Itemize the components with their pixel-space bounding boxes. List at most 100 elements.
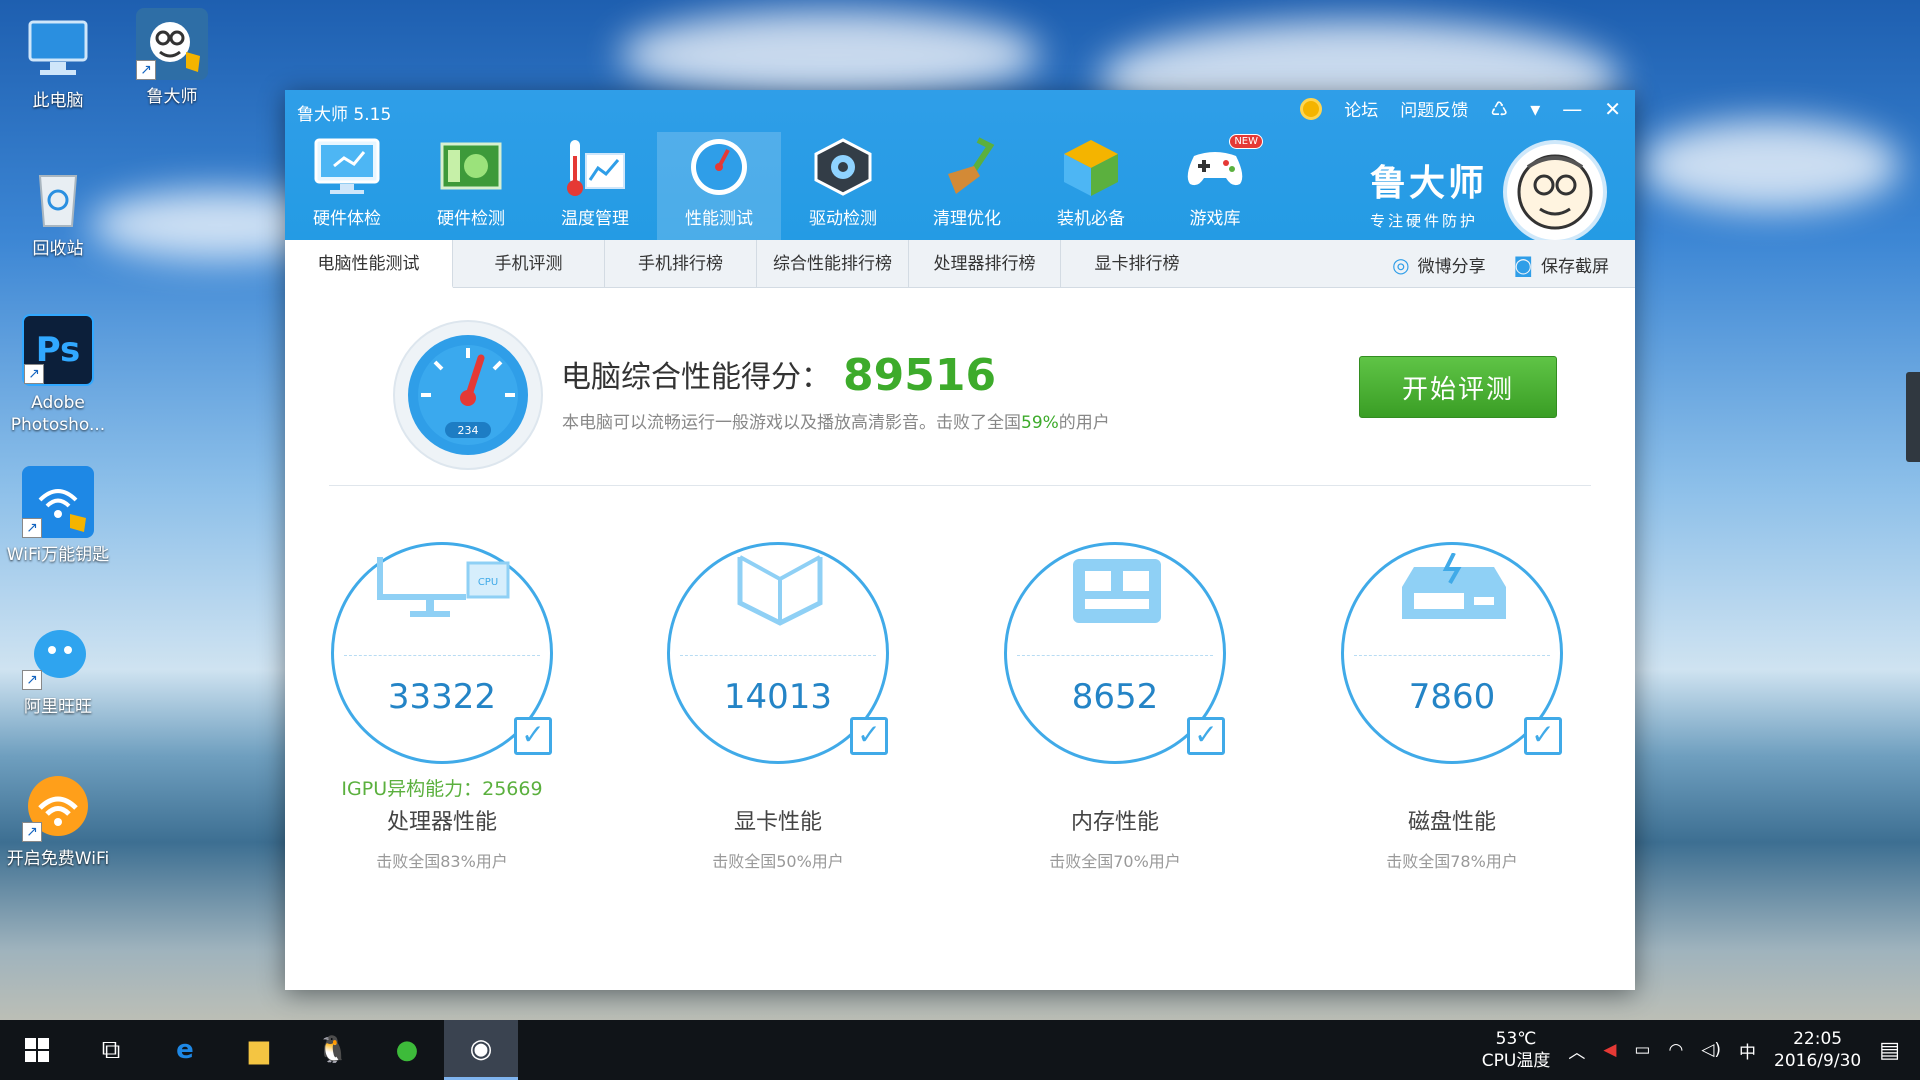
battery-icon[interactable]: ▭ <box>1634 1040 1650 1060</box>
side-edge-handle[interactable] <box>1906 372 1920 462</box>
photoshop-icon: Ps ↗ <box>22 314 94 386</box>
input-method-indicator[interactable]: 中 <box>1739 1038 1756 1063</box>
ring-divider <box>1017 655 1213 656</box>
card-name: 处理器性能 <box>386 810 497 835</box>
tool-game-library[interactable]: NEW 游戏库 <box>1153 132 1277 240</box>
tool-driver-detect[interactable]: 驱动检测 <box>781 132 905 240</box>
feedback-link[interactable]: 问题反馈 <box>1400 96 1468 121</box>
tool-hardware-detect[interactable]: 硬件检测 <box>409 132 533 240</box>
performance-gauge-icon: 234 <box>393 320 543 470</box>
cpu-temp-value: 53℃ <box>1495 1029 1537 1049</box>
checkbox-checked-icon[interactable]: ✓ <box>514 717 552 755</box>
brand-area: 鲁大师 专注硬件防护 <box>1370 140 1607 244</box>
desktop-icon-ludashi[interactable]: ↗ 鲁大师 <box>120 8 224 108</box>
shortcut-arrow-icon: ↗ <box>24 364 44 384</box>
card-extra <box>1327 774 1577 798</box>
desktop-icon-photoshop[interactable]: Ps ↗ Adobe Photosho... <box>6 314 110 436</box>
checkbox-checked-icon[interactable]: ✓ <box>1524 717 1562 755</box>
card-cpu[interactable]: CPU 33322 ✓ IGPU异构能力：25669 处理器性能 击败全国83%… <box>317 542 567 872</box>
card-score: 8652 <box>1071 677 1159 717</box>
card-name: 显卡性能 <box>733 810 822 835</box>
volume-icon[interactable]: ◁) <box>1701 1040 1721 1060</box>
igpu-score: IGPU异构能力：25669 <box>341 778 543 800</box>
weibo-share-button[interactable]: ◎ 微博分享 <box>1392 252 1485 277</box>
tab-cpu-ranking[interactable]: 处理器排行榜 <box>909 240 1061 288</box>
shortcut-arrow-icon: ↗ <box>22 822 42 842</box>
tool-performance-test[interactable]: 性能测试 <box>657 132 781 240</box>
tab-pc-performance[interactable]: 电脑性能测试 <box>285 240 453 288</box>
tool-label: 性能测试 <box>685 209 753 229</box>
save-screenshot-button[interactable]: ◙ 保存截屏 <box>1514 252 1609 277</box>
card-extra <box>653 774 903 798</box>
clock-time: 22:05 <box>1793 1029 1843 1049</box>
task-view-button[interactable]: ⧉ <box>74 1020 148 1080</box>
desktop-icon-aliwangwang[interactable]: ↗ 阿里旺旺 <box>6 618 110 718</box>
tab-actions: ◎ 微博分享 ◙ 保存截屏 <box>1392 240 1609 288</box>
desktop-icon-free-wifi[interactable]: ↗ 开启免费WiFi <box>6 770 110 870</box>
gear-chip-icon <box>808 134 878 200</box>
card-gpu[interactable]: 14013 ✓ 显卡性能 击败全国50%用户 <box>653 542 903 872</box>
score-ring: 14013 ✓ <box>667 542 889 764</box>
card-memory[interactable]: 8652 ✓ 内存性能 击败全国70%用户 <box>990 542 1240 872</box>
taskbar-qq[interactable]: 🐧 <box>296 1020 370 1080</box>
gauge-label: 234 <box>458 424 479 437</box>
main-toolbar: 硬件体检 硬件检测 温度管理 性能测试 驱动检测 清理优化 装机必备 NEW 游… <box>285 132 1277 240</box>
show-hidden-icons-chevron-icon[interactable]: ︿ <box>1568 1038 1585 1063</box>
brand-name: 鲁大师 <box>1369 162 1487 204</box>
camera-icon: ◙ <box>1513 252 1533 277</box>
ring-divider <box>344 655 540 656</box>
taskbar-wechat[interactable]: ● <box>370 1020 444 1080</box>
card-score: 33322 <box>387 677 497 717</box>
svg-text:CPU: CPU <box>478 577 498 588</box>
desktop-icon-this-pc[interactable]: 此电脑 <box>6 12 110 112</box>
taskbar-file-explorer[interactable]: ▆ <box>222 1020 296 1080</box>
wechat-icon: ● <box>395 1035 419 1065</box>
system-tray: 53℃ CPU温度 ︿ ◀ ▭ ◠ ◁) 中 22:05 2016/9/30 ▤ <box>1482 1020 1920 1080</box>
tool-install-essentials[interactable]: 装机必备 <box>1029 132 1153 240</box>
tool-label: 装机必备 <box>1057 209 1125 229</box>
task-view-icon: ⧉ <box>101 1034 121 1065</box>
clock-date: 2016/9/30 <box>1774 1051 1862 1071</box>
checkbox-checked-icon[interactable]: ✓ <box>1187 717 1225 755</box>
folder-icon: ▆ <box>249 1035 269 1065</box>
tool-temperature[interactable]: 温度管理 <box>533 132 657 240</box>
brand-slogan: 专注硬件防护 <box>1369 211 1478 230</box>
speaker-muted-icon[interactable]: ◀ <box>1603 1040 1616 1060</box>
clock[interactable]: 22:05 2016/9/30 <box>1774 1028 1861 1072</box>
tab-phone-ranking[interactable]: 手机排行榜 <box>605 240 757 288</box>
shortcut-arrow-icon: ↗ <box>22 670 42 690</box>
minimize-button[interactable]: — <box>1562 97 1582 121</box>
recycle-bin-icon <box>22 160 94 232</box>
forum-link[interactable]: 论坛 <box>1344 96 1378 121</box>
start-test-button[interactable]: 开始评测 <box>1359 356 1557 418</box>
start-button[interactable] <box>0 1020 74 1080</box>
desktop-icon-recycle-bin[interactable]: 回收站 <box>6 160 110 260</box>
cpu-monitor-icon: CPU <box>374 553 514 643</box>
tool-clean-optimize[interactable]: 清理优化 <box>905 132 1029 240</box>
card-disk[interactable]: 7860 ✓ 磁盘性能 击败全国78%用户 <box>1327 542 1577 872</box>
skin-icon[interactable]: ♺ <box>1490 97 1508 121</box>
tab-overall-ranking[interactable]: 综合性能排行榜 <box>757 240 909 288</box>
taskbar-ludashi[interactable]: ◉ <box>444 1020 518 1080</box>
cloud <box>1640 120 1900 210</box>
desktop-icon-wifi-key[interactable]: ↗ WiFi万能钥匙 <box>6 466 110 566</box>
menu-dropdown-icon[interactable]: ▾ <box>1530 97 1540 121</box>
desktop-icon-label: Adobe Photosho... <box>10 393 106 435</box>
ludashi-app-icon: ↗ <box>136 8 208 80</box>
cpu-temperature-widget[interactable]: 53℃ CPU温度 <box>1482 1028 1551 1072</box>
ludashi-mascot-avatar <box>1503 140 1607 244</box>
tool-hardware-checkup[interactable]: 硬件体检 <box>285 132 409 240</box>
wifi-icon[interactable]: ◠ <box>1668 1040 1683 1060</box>
window-controls: 论坛 问题反馈 ♺ ▾ — ✕ <box>1300 96 1621 121</box>
close-button[interactable]: ✕ <box>1604 97 1621 121</box>
tool-label: 硬件检测 <box>437 209 505 229</box>
checkbox-checked-icon[interactable]: ✓ <box>850 717 888 755</box>
taskbar-edge[interactable]: e <box>148 1020 222 1080</box>
wifi-key-icon: ↗ <box>22 466 94 538</box>
desktop-icon-label: 开启免费WiFi <box>6 849 110 869</box>
tab-phone-review[interactable]: 手机评测 <box>453 240 605 288</box>
action-center-icon[interactable]: ▤ <box>1879 1038 1900 1063</box>
tab-gpu-ranking[interactable]: 显卡排行榜 <box>1061 240 1213 288</box>
medal-icon[interactable] <box>1300 97 1323 120</box>
score-ring: CPU 33322 ✓ <box>331 542 553 764</box>
